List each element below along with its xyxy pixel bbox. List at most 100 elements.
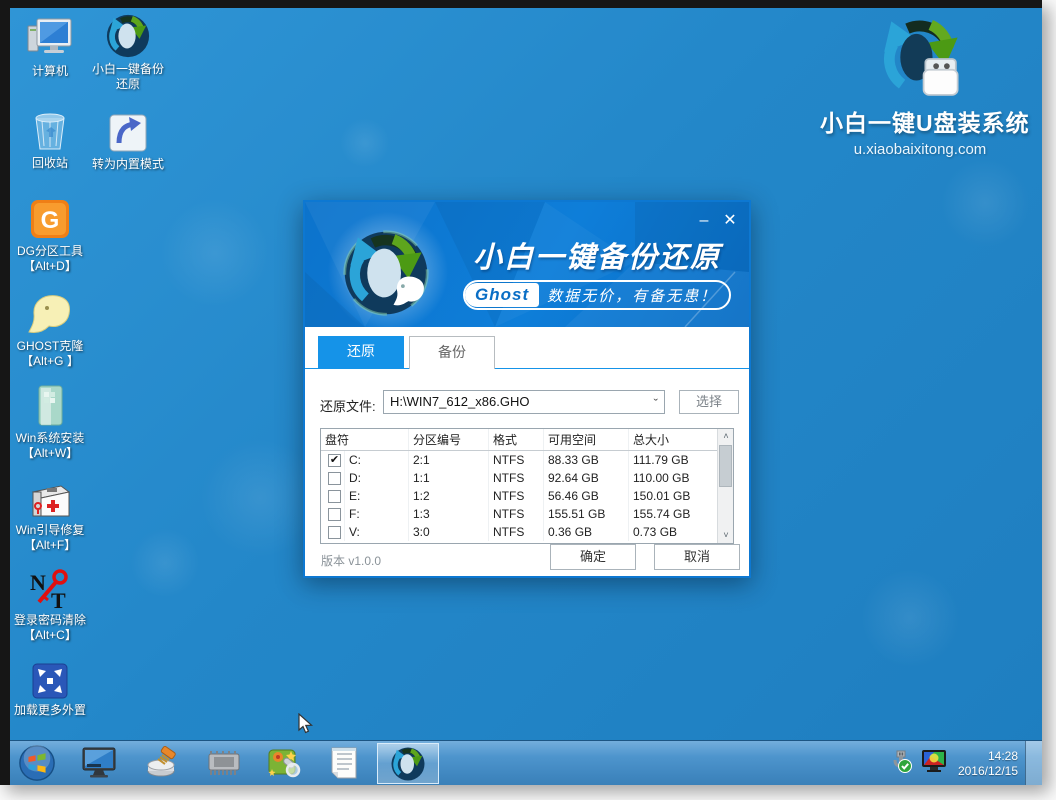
cell-drive: C: [345, 451, 409, 469]
partition-table-body: ✔C:2:1NTFS88.33 GB111.79 GBD:1:1NTFS92.6… [321, 451, 717, 543]
ghost-icon [10, 290, 100, 336]
tweak-tools-icon[interactable] [265, 744, 303, 782]
desktop-icon-load-more[interactable]: 加载更多外置 [10, 654, 100, 718]
show-desktop-button[interactable] [1025, 741, 1042, 785]
cell-partition: 1:2 [409, 487, 489, 505]
checkbox-cell: ✔ [321, 451, 345, 469]
sync-arrows-icon [105, 13, 151, 59]
desktop-icon-label2: 还原 [78, 77, 178, 92]
tab-backup[interactable]: 备份 [409, 336, 495, 369]
table-row[interactable]: V:3:0NTFS0.36 GB0.73 GB [321, 523, 717, 541]
desktop-icon-label2: 【Alt+G 】 [10, 354, 100, 369]
bg-circle [940, 158, 1030, 248]
table-scrollbar[interactable]: ˄ ˅ [717, 429, 733, 543]
dialog-header[interactable]: 小白一键备份还原 Ghost 数据无价，有备无患！ – ✕ [305, 202, 749, 327]
ok-button[interactable]: 确定 [550, 544, 636, 570]
disk-cleanup-icon[interactable] [143, 744, 181, 782]
taskbar-clock[interactable]: 14:28 2016/12/15 [958, 749, 1018, 779]
partition-checkbox[interactable] [328, 472, 341, 485]
software-box-icon [10, 382, 100, 428]
minimize-button[interactable]: – [693, 210, 715, 232]
checkbox-cell [321, 487, 345, 505]
desktop-icon-label2: 【Alt+W】 [10, 446, 100, 461]
notepad-icon[interactable] [325, 744, 363, 782]
partition-checkbox[interactable] [328, 490, 341, 503]
desktop-icon-win-install[interactable]: Win系统安装 【Alt+W】 [10, 382, 100, 461]
chevron-down-icon[interactable]: ˇ [654, 393, 658, 415]
cell-format: NTFS [489, 487, 544, 505]
partition-checkbox[interactable]: ✔ [328, 454, 341, 467]
desktop-icon-label: Win系统安装 [10, 431, 100, 446]
partition-table-header: 盘符 分区编号 格式 可用空间 总大小 [321, 429, 733, 451]
table-row[interactable]: ✔ C:2:1NTFS88.33 GB111.79 GB [321, 451, 717, 469]
desktop-icon-dg-partition[interactable]: G DG分区工具 【Alt+D】 [10, 195, 100, 274]
partition-checkbox[interactable] [328, 508, 341, 521]
cell-free-space: 92.64 GB [544, 469, 629, 487]
cell-drive: F: [345, 505, 409, 523]
cancel-button[interactable]: 取消 [654, 544, 740, 570]
cell-total-size: 150.01 GB [629, 487, 717, 505]
checkbox-cell [321, 505, 345, 523]
dialog-tab-bar: 还原 备份 [305, 330, 749, 369]
svg-text:G: G [41, 207, 60, 234]
usb-tray-icon[interactable] [888, 748, 914, 779]
cell-format: NTFS [489, 523, 544, 541]
cell-format: NTFS [489, 451, 544, 469]
close-button[interactable]: ✕ [719, 210, 741, 232]
cell-total-size: 0.73 GB [629, 523, 717, 541]
desktop-icon-win-boot-repair[interactable]: Win引导修复 【Alt+F】 [10, 474, 100, 553]
restore-file-label: 还原文件: [320, 396, 376, 415]
col-header-partition: 分区编号 [409, 429, 489, 450]
restore-file-combobox[interactable]: H:\WIN7_612_x86.GHO ˇ [383, 390, 665, 414]
cell-drive: V: [345, 523, 409, 541]
table-row[interactable]: E:1:2NTFS56.46 GB150.01 GB [321, 487, 717, 505]
start-button[interactable] [18, 744, 56, 782]
desktop-icon-ghost-clone[interactable]: GHOST克隆 【Alt+G 】 [10, 290, 100, 369]
sync-arrows-icon [390, 746, 426, 782]
select-file-button[interactable]: 选择 [679, 390, 739, 414]
backup-restore-dialog: 小白一键备份还原 Ghost 数据无价，有备无患！ – ✕ 还原 备份 还原文件… [303, 200, 751, 578]
desktop-icon-xiaobai-backup[interactable]: 小白一键备份 还原 [78, 13, 178, 92]
dialog-sync-ghost-icon [341, 228, 431, 318]
ghost-brand-label: Ghost [465, 283, 539, 307]
desktop-icon-label: GHOST克隆 [10, 339, 100, 354]
bg-circle [860, 568, 960, 668]
table-row[interactable]: D:1:1NTFS92.64 GB110.00 GB [321, 469, 717, 487]
table-row[interactable]: F:1:3NTFS155.51 GB155.74 GB [321, 505, 717, 523]
scroll-up-arrow[interactable]: ˄ [718, 429, 734, 444]
scrollbar-thumb[interactable] [719, 445, 732, 487]
system-tray: 14:28 2016/12/15 [888, 741, 1018, 785]
repair-kit-icon [10, 474, 100, 520]
cell-drive: D: [345, 469, 409, 487]
display-settings-icon[interactable] [80, 744, 118, 782]
partition-checkbox[interactable] [328, 526, 341, 539]
nt-key-icon: N T [10, 564, 100, 610]
display-color-tray-icon[interactable] [920, 748, 948, 779]
cell-partition: 2:1 [409, 451, 489, 469]
desktop-icon-internal-mode[interactable]: 转为内置模式 [78, 108, 178, 172]
partition-table: 盘符 分区编号 格式 可用空间 总大小 ✔C:2:1NTFS88.33 GB11… [320, 428, 734, 544]
dialog-title: 小白一键备份还原 [473, 234, 723, 276]
scroll-down-arrow[interactable]: ˅ [718, 528, 734, 543]
cell-format: NTFS [489, 469, 544, 487]
tab-restore[interactable]: 还原 [318, 336, 404, 369]
desktop-icon-password-clear[interactable]: N T 登录密码清除 【Alt+C】 [10, 564, 100, 643]
version-label: 版本 v1.0.0 [321, 552, 381, 569]
col-header-free-space: 可用空间 [544, 429, 629, 450]
arrow-shortcut-icon [78, 108, 178, 154]
cell-free-space: 88.33 GB [544, 451, 629, 469]
bg-circle [200, 438, 320, 558]
cell-free-space: 155.51 GB [544, 505, 629, 523]
brand-sync-usb-icon [820, 16, 1020, 102]
checkbox-cell [321, 469, 345, 487]
desktop-icon-label: DG分区工具 [10, 244, 100, 259]
bg-circle [130, 528, 200, 598]
cell-partition: 1:1 [409, 469, 489, 487]
col-header-format: 格式 [489, 429, 544, 450]
taskbar-active-app[interactable] [377, 743, 439, 784]
cell-free-space: 56.46 GB [544, 487, 629, 505]
cell-total-size: 111.79 GB [629, 451, 717, 469]
memory-chip-icon[interactable] [205, 744, 243, 782]
clock-time: 14:28 [958, 749, 1018, 764]
svg-text:N: N [30, 570, 46, 595]
